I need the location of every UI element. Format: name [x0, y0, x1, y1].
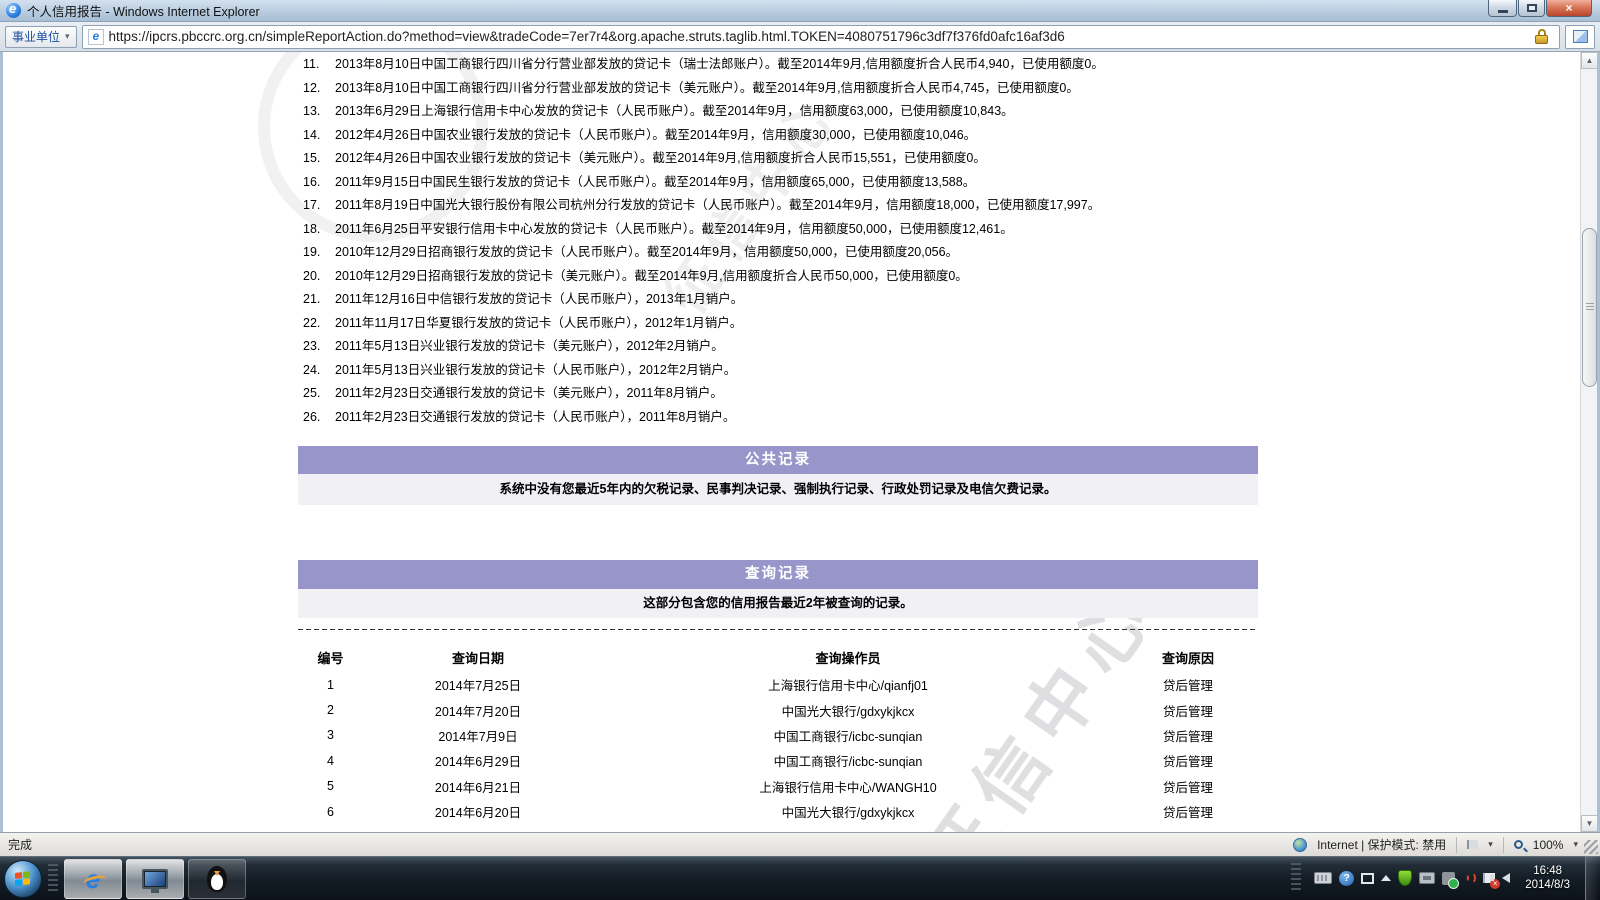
credit-record-item: 13. 2013年6月29日上海银行信用卡中心发放的贷记卡（人民币账户）。截至20…	[303, 104, 1014, 118]
clock-date: 2014/8/3	[1525, 879, 1570, 891]
sound-wave-icon[interactable]	[1462, 871, 1477, 885]
address-bar: 事业单位 ▾ https://ipcrs.pbccrc.org.cn/simpl…	[0, 22, 1600, 52]
table-header-row: 编号 查询日期 查询操作员 查询原因	[298, 642, 1273, 672]
network-icon[interactable]	[1419, 872, 1436, 884]
minimize-button[interactable]	[1488, 0, 1517, 17]
window-tray-icon[interactable]	[1361, 872, 1375, 884]
zoom-icon[interactable]	[1513, 840, 1523, 849]
ie-logo-icon	[6, 1, 21, 18]
lock-icon[interactable]	[1529, 29, 1554, 44]
scroll-up-arrow-icon[interactable]: ▲	[1581, 52, 1598, 69]
credit-card-list: 11. 2013年8月10日中国工商银行四川省分行营业部发放的贷记卡（瑞士法郎账户…	[303, 53, 1104, 429]
credit-record-item: 25. 2011年2月23日交通银行发放的贷记卡（美元账户），2011年8月销户。	[303, 386, 723, 400]
credit-record-item: 26. 2011年2月23日交通银行发放的贷记卡（人民币账户），2011年8月销户…	[303, 409, 736, 424]
col-header-id: 编号	[317, 650, 344, 666]
dashed-divider	[298, 629, 1258, 630]
taskbar-grip-icon	[48, 863, 58, 894]
query-records-table: 编号 查询日期 查询操作员 查询原因 1 2014年7月25日 上海银行信用卡中心/…	[298, 642, 1273, 824]
vertical-scrollbar[interactable]: ▲ ▼	[1580, 52, 1598, 832]
col-header-reason: 查询原因	[1161, 650, 1214, 666]
zone-dropdown-label: 事业单位	[12, 30, 61, 44]
keyboard-icon[interactable]	[1314, 872, 1333, 884]
internet-zone-icon	[1293, 837, 1308, 852]
window-controls: ×	[1487, 0, 1592, 17]
taskbar-item-qq[interactable]	[188, 858, 246, 899]
tray-grip-icon	[1291, 863, 1302, 893]
smartscreen-flag-icon[interactable]	[1467, 840, 1479, 849]
public-records-header: 公共记录	[298, 446, 1258, 474]
page-content: 征信中心 征信中心 11. 2013年8月10日中国工商银行四川省分行营业部发放的…	[0, 52, 1600, 832]
compatibility-view-button[interactable]	[1565, 24, 1595, 49]
chevron-down-icon: ▾	[65, 31, 70, 41]
maximize-button[interactable]	[1518, 0, 1545, 17]
minimize-icon	[1497, 9, 1508, 13]
chevron-down-icon[interactable]: ▾	[1573, 839, 1578, 850]
table-row: 3 2014年7月9日 中国工商银行/icbc-sunqian 贷后管理	[327, 728, 1213, 744]
scroll-down-arrow-icon[interactable]: ▼	[1581, 815, 1598, 832]
credit-record-item: 14. 2012年4月26日中国农业银行发放的贷记卡（人民币账户）。截至2014年…	[303, 127, 977, 142]
zone-dropdown[interactable]: 事业单位 ▾	[5, 25, 77, 48]
table-row: 6 2014年6月20日 中国光大银行/gdxykjkcx 贷后管理	[327, 804, 1213, 821]
start-button[interactable]	[4, 859, 42, 898]
page-icon	[87, 28, 104, 45]
window-title: 个人信用报告 - Windows Internet Explorer	[27, 5, 260, 19]
credit-record-item: 23. 2011年5月13日兴业银行发放的贷记卡（美元账户），2012年2月销户。	[303, 339, 724, 353]
security-shield-icon[interactable]	[1398, 870, 1413, 886]
credit-record-item: 22. 2011年11月17日华夏银行发放的贷记卡（人民币账户），2012年1月销…	[303, 315, 743, 330]
zone-status-text: Internet | 保护模式: 禁用	[1317, 838, 1447, 852]
public-records-body: 系统中没有您最近5年内的欠税记录、民事判决记录、强制执行记录、行政处罚记录及电信…	[298, 474, 1258, 505]
col-header-operator: 查询操作员	[815, 650, 881, 666]
help-icon[interactable]: ?	[1339, 870, 1355, 886]
credit-record-item: 20. 2010年12月29日招商银行发放的贷记卡（美元账户）。截至2014年9月…	[303, 268, 968, 283]
credit-record-item: 15. 2012年4月26日中国农业银行发放的贷记卡（美元账户）。截至2014年9…	[303, 151, 986, 165]
table-row: 4 2014年6月29日 中国工商银行/icbc-sunqian 贷后管理	[327, 753, 1213, 770]
table-row: 5 2014年6月21日 上海银行信用卡中心/WANGH10 贷后管理	[327, 779, 1213, 795]
close-button[interactable]: ×	[1546, 0, 1592, 17]
status-text: 完成	[8, 838, 33, 852]
scrollbar-grip-icon	[1586, 303, 1594, 311]
taskbar-item-image-viewer[interactable]	[126, 858, 184, 899]
penguin-icon	[207, 865, 227, 892]
speaker-icon[interactable]	[1490, 873, 1511, 883]
address-input[interactable]: https://ipcrs.pbccrc.org.cn/simpleReport…	[81, 24, 1560, 49]
chevron-down-icon[interactable]: ▾	[1488, 839, 1493, 850]
col-header-date: 查询日期	[451, 650, 504, 666]
tray-expand-arrow-icon[interactable]	[1381, 875, 1392, 881]
taskbar-clock[interactable]: 16:48 2014/8/3	[1517, 864, 1578, 892]
url-text: https://ipcrs.pbccrc.org.cn/simpleReport…	[108, 29, 1065, 44]
clock-time: 16:48	[1533, 865, 1562, 877]
credit-record-item: 18. 2011年6月25日平安银行信用卡中心发放的贷记卡（人民币账户）。截至20…	[303, 221, 1013, 236]
resize-grip-icon[interactable]	[1584, 840, 1598, 854]
taskbar-item-internet-explorer[interactable]: e	[64, 858, 122, 899]
scrollbar-thumb[interactable]	[1582, 228, 1597, 387]
credit-record-item: 17. 2011年8月19日中国光大银行股份有限公司杭州分行发放的贷记卡（人民币账…	[303, 198, 1101, 212]
credit-record-item: 24. 2011年5月13日兴业银行发放的贷记卡（人民币账户），2012年2月销户…	[303, 362, 737, 377]
maximize-icon	[1526, 4, 1537, 12]
status-right-cluster: Internet | 保护模式: 禁用 ▾ 100% ▾	[1293, 836, 1600, 853]
title-bar: 个人信用报告 - Windows Internet Explorer ×	[0, 0, 1600, 22]
credit-record-item: 21. 2011年12月16日中信银行发放的贷记卡（人民币账户），2013年1月销…	[303, 292, 744, 306]
credit-record-item: 11. 2013年8月10日中国工商银行四川省分行营业部发放的贷记卡（瑞士法郎账户…	[303, 57, 1104, 71]
windows-flag-icon	[15, 870, 31, 887]
system-tray: ? 16:48 2014/8/3	[1285, 856, 1600, 900]
query-records-intro: 这部分包含您的信用报告最近2年被查询的记录。	[298, 589, 1258, 618]
close-icon: ×	[1565, 1, 1573, 15]
credit-record-item: 16. 2011年9月15日中国民生银行发放的贷记卡（人民币账户）。截至2014年…	[303, 174, 976, 189]
monitor-icon	[142, 868, 168, 893]
credit-record-item: 12. 2013年8月10日中国工商银行四川省分行营业部发放的贷记卡（美元账户）。…	[303, 80, 1079, 95]
compatibility-view-icon	[1572, 30, 1588, 43]
show-desktop-button[interactable]	[1585, 856, 1597, 900]
table-row: 1 2014年7月25日 上海银行信用卡中心/qianfj01 贷后管理	[327, 677, 1213, 694]
ie-window: 个人信用报告 - Windows Internet Explorer × 事业单…	[0, 0, 1600, 900]
table-row: 2 2014年7月20日 中国光大银行/gdxykjkcx 贷后管理	[327, 703, 1213, 719]
status-bar: 完成 Internet | 保护模式: 禁用 ▾ 100% ▾	[0, 832, 1600, 856]
credit-record-item: 19. 2010年12月29日招商银行发放的贷记卡（人民币账户）。截至2014年9…	[303, 245, 959, 259]
zoom-level[interactable]: 100%	[1533, 838, 1564, 852]
ie-icon: e	[85, 863, 101, 894]
query-records-header: 查询记录	[298, 560, 1258, 589]
usb-drive-icon[interactable]	[1442, 871, 1460, 889]
